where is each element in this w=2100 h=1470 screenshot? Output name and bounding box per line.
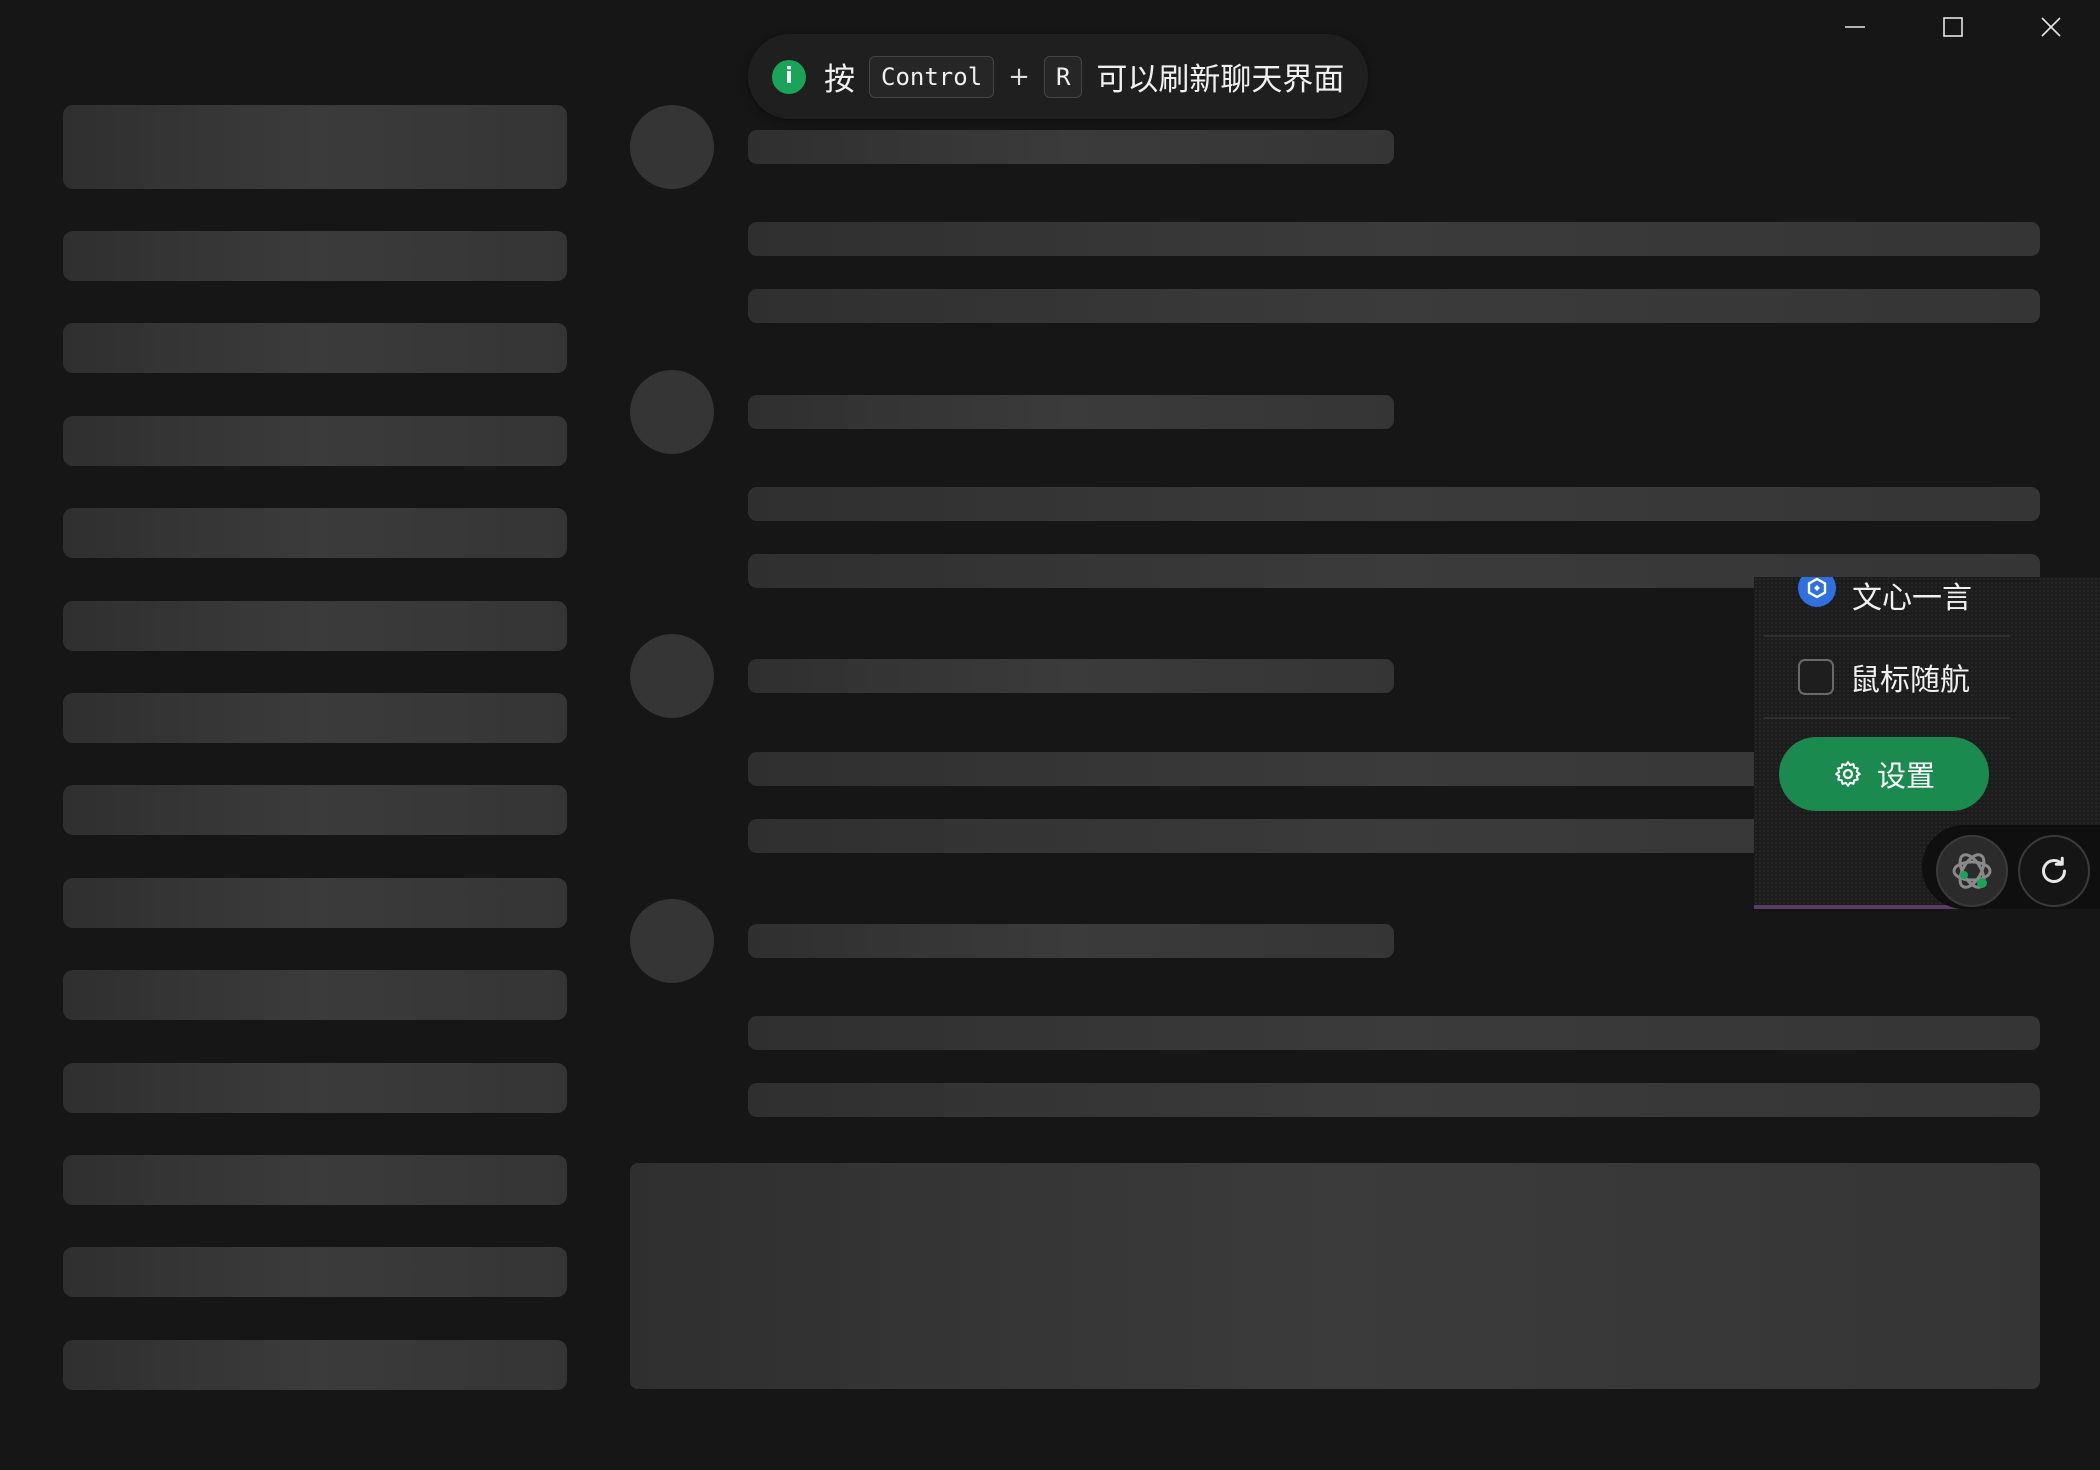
sidebar-item-placeholder [63,508,567,558]
sidebar-item-placeholder [63,231,567,281]
app-window: i 按 Control + R 可以刷新聊天界面 文心一言 鼠标随航 设置 [0,0,2100,1470]
sidebar-item-placeholder [63,416,567,466]
message-title-placeholder [748,924,1394,958]
close-icon [2041,17,2061,37]
input-box-placeholder [630,1163,2040,1389]
close-button[interactable] [2002,0,2100,54]
sidebar-item-placeholder [63,785,567,835]
maximize-icon [1943,17,1963,37]
minimize-button[interactable] [1806,0,1904,54]
minimize-icon [1845,26,1865,28]
mouse-follow-label: 鼠标随航 [1850,663,1970,698]
avatar-placeholder [630,105,714,189]
menu-item-mouse-follow[interactable]: 鼠标随航 [1764,637,2010,719]
message-line-placeholder [748,1083,2040,1117]
window-controls [1806,0,2100,54]
sidebar-header-placeholder [63,105,567,189]
message-title-placeholder [748,130,1394,164]
message-line-placeholder [748,1016,2040,1050]
refresh-button[interactable] [2018,835,2090,907]
refresh-icon [2042,856,2066,883]
sidebar-item-placeholder [63,601,567,651]
settings-button[interactable]: 设置 [1779,737,1989,811]
settings-label: 设置 [1876,759,1935,793]
message-line-placeholder [748,222,2040,256]
sidebar-item-placeholder [63,1340,567,1390]
assistant-dock [1922,825,2100,909]
sidebar-item-placeholder [63,323,567,373]
avatar-placeholder [630,899,714,983]
sidebar-item-placeholder [63,1063,567,1113]
sidebar-item-placeholder [63,878,567,928]
key-r: R [1043,55,1083,98]
message-title-placeholder [748,395,1394,429]
message-title-placeholder [748,659,1394,693]
info-icon: i [772,59,806,94]
maximize-button[interactable] [1904,0,2002,54]
menu-item-model-label: 文心一言 [1852,581,1972,616]
toast-message: 可以刷新聊天界面 [1096,62,1345,98]
message-line-placeholder [748,487,2040,521]
sidebar-item-placeholder [63,970,567,1020]
toast-press-text: 按 [824,62,855,98]
sidebar-item-placeholder [63,1247,567,1297]
floating-assistant-panel: 文心一言 鼠标随航 设置 [1754,577,2100,909]
openai-logo-icon[interactable] [1936,835,2008,907]
gear-icon [1835,761,1861,787]
key-control: Control [869,55,995,98]
sidebar-item-placeholder [63,1155,567,1205]
key-plus: + [1008,61,1030,92]
avatar-placeholder [630,634,714,718]
avatar-placeholder [630,370,714,454]
refresh-hint-toast: i 按 Control + R 可以刷新聊天界面 [748,34,1369,119]
sidebar-item-placeholder [63,693,567,743]
wenxin-logo-icon [1798,577,1836,607]
message-line-placeholder [748,289,2040,323]
menu-item-model[interactable]: 文心一言 [1764,577,2010,637]
assistant-menu: 文心一言 鼠标随航 [1764,577,2010,719]
mouse-follow-checkbox[interactable] [1798,659,1834,695]
